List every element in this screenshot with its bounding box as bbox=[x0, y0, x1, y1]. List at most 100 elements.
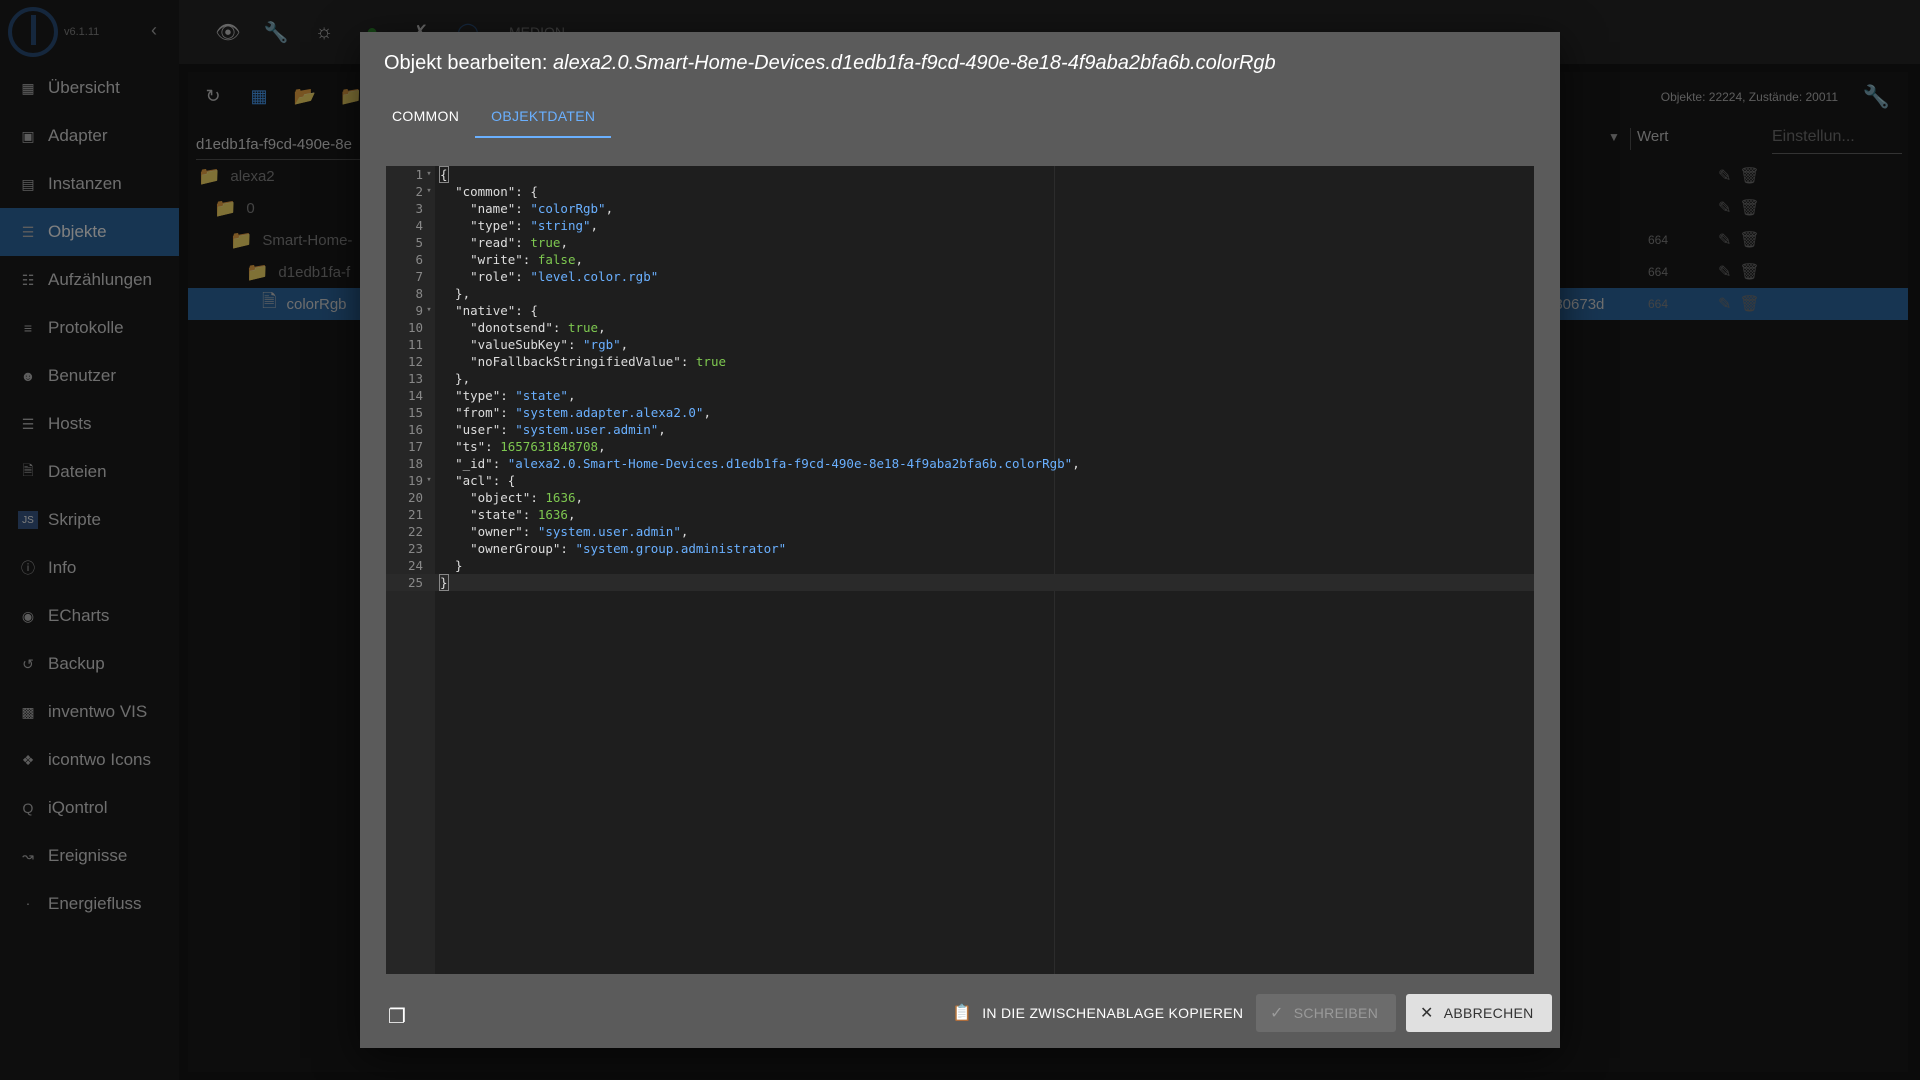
editor-line[interactable]: 7 "role": "level.color.rgb" bbox=[386, 268, 1534, 285]
editor-line[interactable]: 13 }, bbox=[386, 370, 1534, 387]
tab-common[interactable]: COMMON bbox=[376, 88, 475, 144]
copy-icon[interactable]: ❐ bbox=[388, 1004, 406, 1029]
line-number: 17 bbox=[407, 439, 423, 454]
line-code: "native": { bbox=[455, 303, 538, 318]
fold-icon[interactable]: ▾ bbox=[423, 183, 435, 200]
editor-line[interactable]: 17 "ts": 1657631848708, bbox=[386, 438, 1534, 455]
editor-line[interactable]: 3 "name": "colorRgb", bbox=[386, 200, 1534, 217]
line-number: 2 bbox=[415, 184, 423, 199]
fold-icon bbox=[423, 506, 435, 523]
line-code: "owner": "system.user.admin", bbox=[470, 524, 689, 539]
fold-icon bbox=[423, 489, 435, 506]
line-code: }, bbox=[440, 286, 471, 301]
line-code: "acl": { bbox=[455, 473, 516, 488]
close-icon: ✕ bbox=[1420, 1005, 1434, 1022]
editor-line[interactable]: 11 "valueSubKey": "rgb", bbox=[386, 336, 1534, 353]
line-code: "_id": "alexa2.0.Smart-Home-Devices.d1ed… bbox=[455, 456, 1080, 471]
fold-icon bbox=[423, 251, 435, 268]
fold-icon bbox=[423, 336, 435, 353]
editor-line[interactable]: 18 "_id": "alexa2.0.Smart-Home-Devices.d… bbox=[386, 455, 1534, 472]
editor-line[interactable]: 15 "from": "system.adapter.alexa2.0", bbox=[386, 404, 1534, 421]
editor-line[interactable]: 22 "owner": "system.user.admin", bbox=[386, 523, 1534, 540]
line-number: 9 bbox=[415, 303, 423, 318]
editor-line[interactable]: 6 "write": false, bbox=[386, 251, 1534, 268]
line-code: "ts": 1657631848708, bbox=[455, 439, 606, 454]
fold-icon[interactable]: ▾ bbox=[423, 166, 435, 183]
editor-line[interactable]: 5 "read": true, bbox=[386, 234, 1534, 251]
line-number: 24 bbox=[407, 558, 423, 573]
editor-line[interactable]: 24 } bbox=[386, 557, 1534, 574]
copy-to-clipboard-button[interactable]: 📋 IN DIE ZWISCHENABLAGE KOPIEREN bbox=[938, 994, 1257, 1032]
line-code: "type": "state", bbox=[455, 388, 576, 403]
editor-line[interactable]: 16 "user": "system.user.admin", bbox=[386, 421, 1534, 438]
line-code: "type": "string", bbox=[470, 218, 599, 233]
dialog-footer: ❐ 📋 IN DIE ZWISCHENABLAGE KOPIEREN ✓ SCH… bbox=[360, 978, 1560, 1048]
line-number: 11 bbox=[407, 337, 423, 352]
fold-icon[interactable]: ▾ bbox=[423, 302, 435, 319]
dialog-title-object-id: alexa2.0.Smart-Home-Devices.d1edb1fa-f9c… bbox=[553, 52, 1276, 74]
line-number: 25 bbox=[407, 575, 423, 590]
line-number: 10 bbox=[407, 320, 423, 335]
fold-icon bbox=[423, 438, 435, 455]
write-button[interactable]: ✓ SCHREIBEN bbox=[1256, 994, 1396, 1032]
check-icon: ✓ bbox=[1270, 1005, 1284, 1022]
write-label: SCHREIBEN bbox=[1293, 1005, 1379, 1021]
editor-line[interactable]: 1 ▾{ bbox=[386, 166, 1534, 183]
editor-line[interactable]: 19 ▾ "acl": { bbox=[386, 472, 1534, 489]
fold-icon bbox=[423, 234, 435, 251]
line-number: 21 bbox=[407, 507, 423, 522]
line-code: "noFallbackStringifiedValue": true bbox=[470, 354, 726, 369]
line-number: 12 bbox=[407, 354, 423, 369]
line-number: 19 bbox=[407, 473, 423, 488]
cancel-label: ABBRECHEN bbox=[1443, 1005, 1534, 1021]
editor-lines[interactable]: 1 ▾{2 ▾ "common": {3 "name": "colorRgb", 4 … bbox=[386, 166, 1534, 591]
editor-line[interactable]: 21 "state": 1636, bbox=[386, 506, 1534, 523]
fold-icon bbox=[423, 574, 435, 591]
app: v6.1.11 ‹ ▦Übersicht▣Adapter▤Instanzen☰O… bbox=[0, 0, 1920, 1080]
json-editor[interactable]: 1 ▾{2 ▾ "common": {3 "name": "colorRgb", 4 … bbox=[386, 166, 1534, 974]
editor-line[interactable]: 10 "donotsend": true, bbox=[386, 319, 1534, 336]
editor-line[interactable]: 2 ▾ "common": { bbox=[386, 183, 1534, 200]
editor-line[interactable]: 4 "type": "string", bbox=[386, 217, 1534, 234]
editor-line[interactable]: 8 }, bbox=[386, 285, 1534, 302]
line-code: "ownerGroup": "system.group.administrato… bbox=[470, 541, 787, 556]
line-code: "from": "system.adapter.alexa2.0", bbox=[455, 405, 711, 420]
fold-icon bbox=[423, 268, 435, 285]
line-code: "valueSubKey": "rgb", bbox=[470, 337, 629, 352]
copy-to-clipboard-label: IN DIE ZWISCHENABLAGE KOPIEREN bbox=[982, 1005, 1244, 1021]
editor-line[interactable]: 25} bbox=[386, 574, 1534, 591]
clipboard-icon: 📋 bbox=[952, 1005, 973, 1022]
tab-objektdaten[interactable]: OBJEKTDATEN bbox=[475, 88, 612, 144]
line-number: 8 bbox=[415, 286, 423, 301]
line-number: 4 bbox=[415, 218, 423, 233]
editor-line[interactable]: 20 "object": 1636, bbox=[386, 489, 1534, 506]
fold-icon bbox=[423, 404, 435, 421]
fold-icon bbox=[423, 370, 435, 387]
line-code: "common": { bbox=[455, 184, 538, 199]
line-code: "user": "system.user.admin", bbox=[455, 422, 666, 437]
editor-line[interactable]: 12 "noFallbackStringifiedValue": true bbox=[386, 353, 1534, 370]
dialog-tabs: COMMON OBJEKTDATEN bbox=[360, 88, 1560, 144]
fold-icon bbox=[423, 421, 435, 438]
fold-icon bbox=[423, 319, 435, 336]
fold-icon bbox=[423, 387, 435, 404]
line-number: 13 bbox=[407, 371, 423, 386]
editor-line[interactable]: 23 "ownerGroup": "system.group.administr… bbox=[386, 540, 1534, 557]
line-code: "name": "colorRgb", bbox=[470, 201, 614, 216]
fold-icon bbox=[423, 540, 435, 557]
line-number: 18 bbox=[407, 456, 423, 471]
line-number: 22 bbox=[407, 524, 423, 539]
line-code: "role": "level.color.rgb" bbox=[470, 269, 659, 284]
dialog-title: Objekt bearbeiten: alexa2.0.Smart-Home-D… bbox=[360, 32, 1560, 88]
line-number: 16 bbox=[407, 422, 423, 437]
line-code: { bbox=[439, 166, 449, 183]
line-code: } bbox=[439, 574, 449, 591]
cancel-button[interactable]: ✕ ABBRECHEN bbox=[1406, 994, 1552, 1032]
editor-line[interactable]: 9 ▾ "native": { bbox=[386, 302, 1534, 319]
editor-line[interactable]: 14 "type": "state", bbox=[386, 387, 1534, 404]
line-code: "object": 1636, bbox=[470, 490, 584, 505]
line-number: 5 bbox=[415, 235, 423, 250]
fold-icon bbox=[423, 523, 435, 540]
line-code: "read": true, bbox=[470, 235, 568, 250]
fold-icon[interactable]: ▾ bbox=[423, 472, 435, 489]
